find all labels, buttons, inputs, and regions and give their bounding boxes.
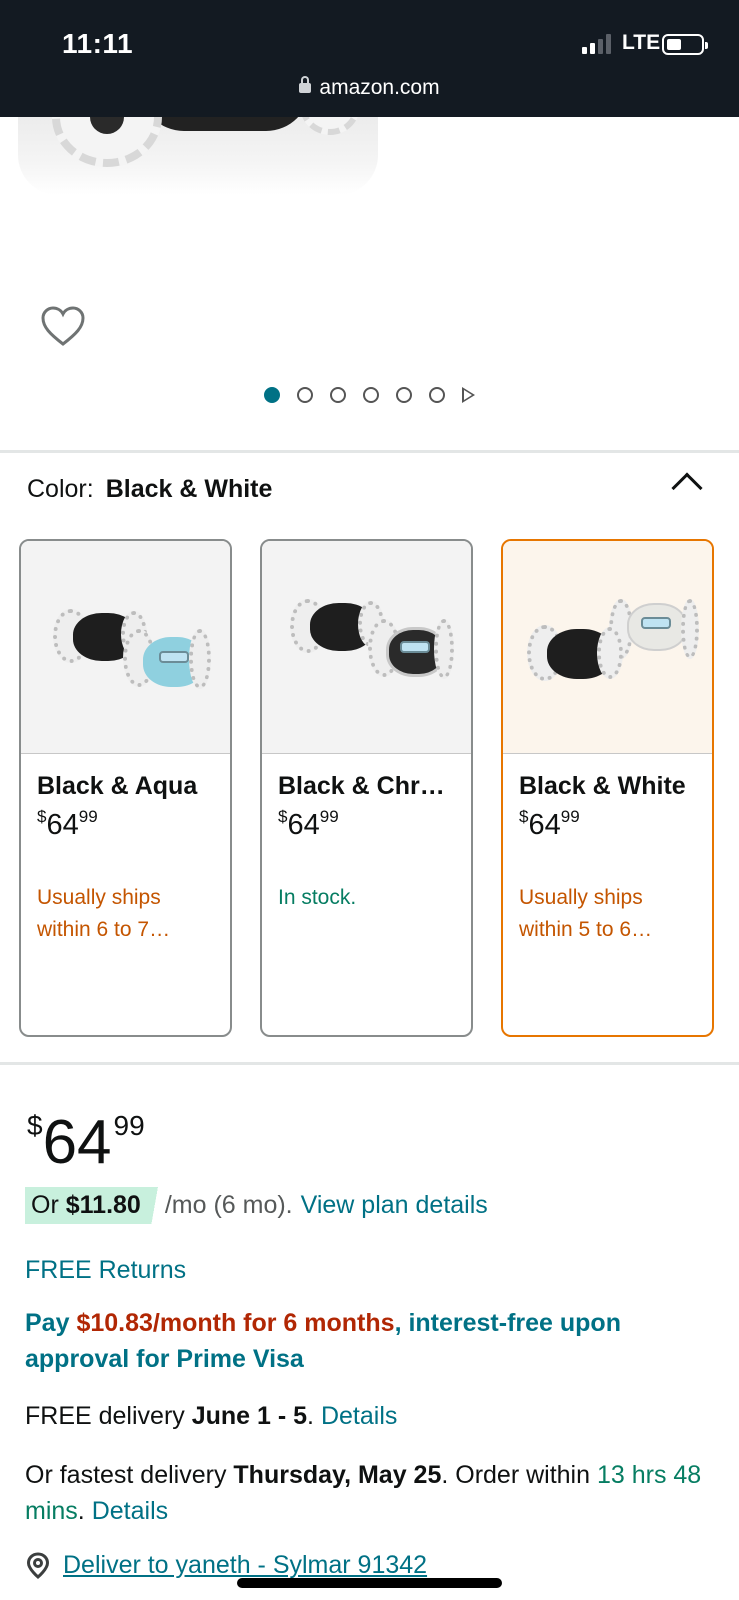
installment-plan: Or $11.80 /mo (6 mo). View plan details — [25, 1187, 488, 1224]
browser-status-bar: 11:11 LTE amazon.com — [0, 0, 739, 117]
fastest-details-link[interactable]: Details — [92, 1497, 168, 1525]
color-option-price: $6499 — [519, 807, 580, 841]
color-options: Black & Aqua $6499 Usually ships within … — [19, 539, 714, 1037]
color-option-image — [21, 541, 230, 754]
color-option-card[interactable]: Black & Chr… $6499 In stock. — [260, 539, 473, 1037]
address-bar[interactable]: amazon.com — [0, 76, 739, 100]
view-plan-details-link[interactable]: View plan details — [301, 1191, 488, 1220]
color-option-price: $6499 — [37, 807, 98, 841]
pagination-dot[interactable] — [396, 387, 412, 403]
pagination-dot[interactable] — [363, 387, 379, 403]
pagination-dot[interactable] — [264, 387, 280, 403]
location-pin-icon — [26, 1551, 50, 1579]
product-price: $6499 — [27, 1108, 145, 1177]
cellular-signal-icon — [582, 34, 611, 54]
play-next-icon[interactable] — [462, 387, 475, 403]
color-option-image — [262, 541, 471, 754]
pagination-dot[interactable] — [429, 387, 445, 403]
battery-icon — [662, 34, 708, 55]
pagination-dot[interactable] — [297, 387, 313, 403]
heart-outline-icon[interactable] — [40, 305, 86, 347]
installment-badge: Or $11.80 — [25, 1187, 163, 1224]
color-option-name: Black & Aqua — [37, 772, 198, 800]
installment-term: /mo (6 mo). — [164, 1191, 293, 1219]
availability-text: Usually ships within 5 to 6… — [519, 886, 653, 941]
color-label: Color: — [27, 475, 94, 503]
color-selector-header: Color: Black & White — [27, 475, 272, 504]
image-pagination — [0, 387, 739, 403]
color-option-card[interactable]: Black & Aqua $6499 Usually ships within … — [19, 539, 232, 1037]
fastest-delivery-info: Or fastest delivery Thursday, May 25. Or… — [25, 1461, 702, 1525]
color-option-name: Black & White — [519, 772, 686, 800]
deliver-to-location[interactable]: Deliver to yaneth - Sylmar 91342 — [25, 1551, 427, 1580]
delivery-details-link[interactable]: Details — [321, 1402, 397, 1430]
network-type: LTE — [622, 31, 661, 54]
availability-text: Usually ships within 6 to 7… — [37, 886, 171, 941]
prime-visa-offer-link[interactable]: Pay $10.83/month for 6 months, interest-… — [25, 1305, 715, 1377]
home-indicator[interactable] — [237, 1578, 502, 1588]
status-time: 11:11 — [62, 28, 134, 59]
free-returns-link[interactable]: FREE Returns — [25, 1256, 186, 1285]
color-option-image — [503, 541, 712, 754]
color-option-name: Black & Chr… — [278, 772, 445, 800]
lock-icon — [299, 76, 312, 93]
pagination-dot[interactable] — [330, 387, 346, 403]
color-option-card-selected[interactable]: Black & White $6499 Usually ships within… — [501, 539, 714, 1037]
section-divider — [0, 1062, 739, 1065]
url-text: amazon.com — [319, 76, 440, 99]
free-delivery-info: FREE delivery June 1 - 5. Details — [25, 1402, 398, 1430]
deliver-to-text: Deliver to yaneth - Sylmar 91342 — [63, 1551, 428, 1579]
availability-text: In stock. — [278, 886, 357, 909]
color-option-price: $6499 — [278, 807, 339, 841]
chevron-up-icon[interactable] — [671, 472, 703, 504]
selected-color: Black & White — [105, 475, 273, 503]
section-divider — [0, 450, 739, 453]
